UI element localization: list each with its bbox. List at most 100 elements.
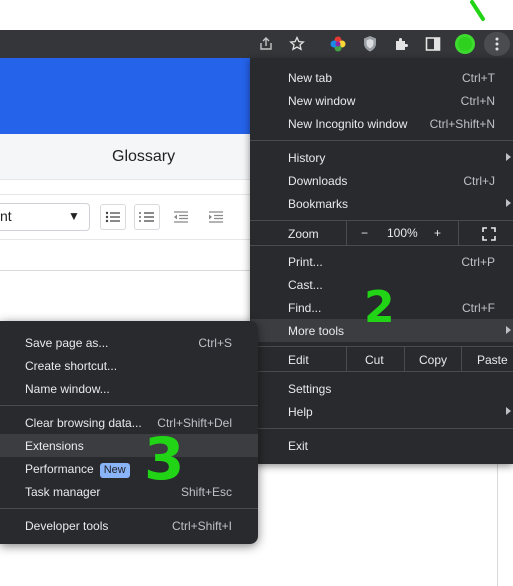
submenu-separator	[0, 405, 258, 406]
menu-item-label: History	[288, 151, 326, 165]
chevron-down-icon: ▼	[68, 209, 80, 223]
puzzle-extensions-icon[interactable]	[391, 33, 413, 55]
fullscreen-icon[interactable]	[481, 226, 497, 242]
submenu-item-extensions[interactable]: Extensions	[0, 434, 258, 457]
submenu-item-label: Save page as...	[25, 336, 109, 350]
submenu-item-label: Developer tools	[25, 519, 109, 533]
menu-item-new-window[interactable]: New window Ctrl+N	[250, 89, 513, 112]
shield-extension-icon[interactable]	[359, 33, 381, 55]
submenu-item-label: Performance New	[25, 462, 130, 478]
submenu-item-shortcut: Ctrl+S	[198, 336, 232, 350]
menu-separator	[250, 245, 513, 246]
edit-divider	[404, 346, 405, 371]
share-icon[interactable]	[255, 33, 277, 55]
zoom-divider	[346, 220, 347, 245]
menu-item-label: Settings	[288, 382, 332, 396]
submenu-item-shortcut: Shift+Esc	[180, 485, 232, 499]
submenu-arrow-icon	[506, 407, 511, 415]
menu-item-print[interactable]: Print... Ctrl+P	[250, 250, 513, 273]
menu-separator	[250, 428, 513, 429]
new-badge: New	[99, 463, 130, 478]
submenu-item-label: Name window...	[25, 382, 110, 396]
menu-item-label: Print...	[288, 255, 323, 269]
menu-item-label: Help	[288, 405, 313, 419]
edit-divider	[346, 346, 347, 371]
zoom-in-button[interactable]: +	[434, 226, 441, 240]
submenu-item-create-shortcut[interactable]: Create shortcut...	[0, 354, 258, 377]
submenu-item-label: Clear browsing data...	[25, 416, 142, 430]
indent-button[interactable]	[203, 204, 229, 230]
menu-item-label: Edit	[288, 353, 309, 367]
tab-glossary[interactable]: Glossary	[112, 148, 175, 166]
menu-item-shortcut: Ctrl+T	[462, 71, 495, 85]
color-extension-icon[interactable]	[327, 33, 349, 55]
menu-item-label: New tab	[288, 71, 333, 85]
menu-item-label: Zoom	[288, 227, 319, 241]
kebab-menu-icon[interactable]	[486, 33, 508, 55]
numbered-list-button[interactable]	[134, 204, 160, 230]
edit-divider	[461, 346, 462, 371]
menu-item-shortcut: Ctrl+P	[461, 255, 495, 269]
zoom-out-button[interactable]: −	[361, 226, 368, 240]
more-tools-submenu: Save page as... Ctrl+S Create shortcut..…	[0, 321, 258, 544]
submenu-arrow-icon	[506, 199, 511, 207]
submenu-item-performance[interactable]: Performance New	[0, 457, 258, 480]
menu-item-label: Bookmarks	[288, 197, 349, 211]
zoom-divider	[458, 220, 459, 245]
performance-label: Performance	[25, 462, 94, 476]
annotation-step2: 2	[364, 282, 395, 333]
cut-button[interactable]: Cut	[365, 353, 384, 367]
zoom-level-value: 100%	[387, 226, 418, 240]
menu-item-label: Find...	[288, 301, 322, 315]
menu-item-label: More tools	[288, 324, 345, 338]
submenu-arrow-icon	[506, 326, 511, 334]
page-header-banner	[0, 58, 250, 134]
submenu-item-label: Extensions	[25, 439, 84, 453]
menu-item-downloads[interactable]: Downloads Ctrl+J	[250, 169, 513, 192]
menu-item-help[interactable]: Help	[250, 400, 513, 423]
profile-avatar-icon[interactable]	[454, 33, 476, 55]
copy-button[interactable]: Copy	[419, 353, 447, 367]
menu-item-new-tab[interactable]: New tab Ctrl+T	[250, 66, 513, 89]
browser-toolbar	[0, 30, 513, 58]
font-select-value: nt	[0, 208, 12, 224]
bullet-list-button[interactable]	[100, 204, 126, 230]
screenshot-stage: Glossary nt ▼ New tab Ctrl+T New window …	[0, 0, 513, 586]
menu-item-label: Cast...	[288, 278, 323, 292]
submenu-item-task-manager[interactable]: Task manager Shift+Esc	[0, 480, 258, 503]
menu-item-exit[interactable]: Exit	[250, 434, 513, 457]
chrome-main-menu: New tab Ctrl+T New window Ctrl+N New Inc…	[250, 58, 513, 464]
annotation-step1-stroke	[470, 0, 485, 21]
menu-item-label: Exit	[288, 439, 309, 453]
paste-button[interactable]: Paste	[477, 353, 508, 367]
menu-item-shortcut: Ctrl+J	[463, 174, 495, 188]
menu-item-settings[interactable]: Settings	[250, 377, 513, 400]
menu-item-history[interactable]: History	[250, 146, 513, 169]
menu-item-shortcut: Ctrl+Shift+N	[429, 117, 495, 131]
submenu-item-shortcut: Ctrl+Shift+I	[171, 519, 232, 533]
submenu-item-clear-browsing-data[interactable]: Clear browsing data... Ctrl+Shift+Del	[0, 411, 258, 434]
outdent-button[interactable]	[168, 204, 194, 230]
submenu-item-save-page[interactable]: Save page as... Ctrl+S	[0, 331, 258, 354]
menu-separator	[250, 220, 513, 221]
menu-item-label: Downloads	[288, 174, 348, 188]
submenu-item-name-window[interactable]: Name window...	[0, 377, 258, 400]
window-top-area	[0, 0, 513, 30]
submenu-separator	[0, 508, 258, 509]
submenu-arrow-icon	[506, 153, 511, 161]
menu-separator	[250, 346, 513, 347]
submenu-item-label: Create shortcut...	[25, 359, 118, 373]
menu-item-bookmarks[interactable]: Bookmarks	[250, 192, 513, 215]
menu-item-label: New Incognito window	[288, 117, 408, 131]
menu-item-label: New window	[288, 94, 356, 108]
page-right-border	[497, 460, 498, 586]
submenu-item-developer-tools[interactable]: Developer tools Ctrl+Shift+I	[0, 514, 258, 537]
page-divider	[0, 270, 250, 271]
bookmark-star-icon[interactable]	[286, 33, 308, 55]
menu-item-shortcut: Ctrl+F	[462, 301, 495, 315]
menu-item-zoom: Zoom	[250, 222, 513, 245]
menu-item-shortcut: Ctrl+N	[460, 94, 495, 108]
side-panel-icon[interactable]	[422, 33, 444, 55]
menu-item-new-incognito[interactable]: New Incognito window Ctrl+Shift+N	[250, 112, 513, 135]
menu-separator	[250, 140, 513, 141]
